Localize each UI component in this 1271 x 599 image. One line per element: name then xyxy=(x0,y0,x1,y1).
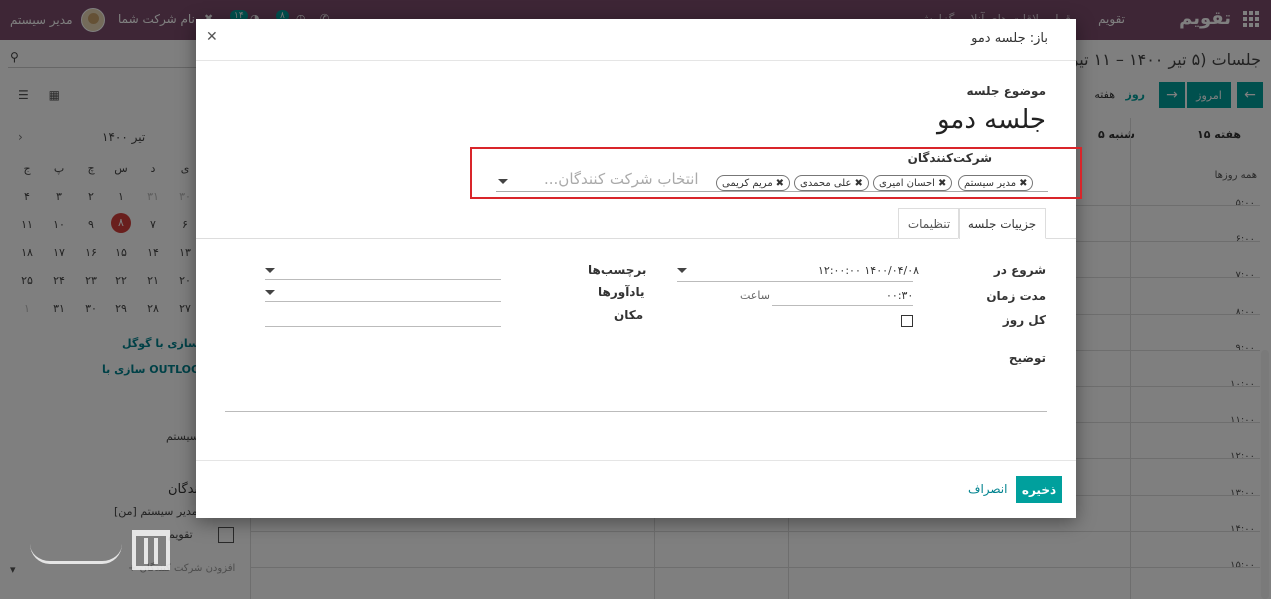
close-icon[interactable]: ✖ xyxy=(938,178,946,189)
chevron-down-icon[interactable] xyxy=(265,268,275,273)
attendees-placeholder: انتخاب شرکت کنندگان... xyxy=(544,170,699,188)
duration-unit: ساعت xyxy=(740,289,770,302)
start-input[interactable] xyxy=(677,281,913,282)
page-scrollbar[interactable] xyxy=(1261,350,1269,599)
chevron-down-icon[interactable] xyxy=(498,179,508,184)
start-value[interactable]: ۱۴۰۰/۰۴/۰۸ ۱۲:۰۰:۰۰ xyxy=(818,264,919,277)
dialog-header: باز: جلسه دمو ✕ xyxy=(196,19,1076,61)
close-icon[interactable]: ✕ xyxy=(206,29,218,45)
attendee-tag[interactable]: ✖ مدیر سیستم xyxy=(958,175,1034,191)
attendee-tag-label: احسان امیری xyxy=(879,177,935,189)
dialog-footer-divider xyxy=(196,460,1076,461)
subject-input[interactable]: جلسه دمو xyxy=(937,105,1046,135)
subject-label: موضوع جلسه xyxy=(966,84,1046,98)
start-label: شروع در xyxy=(993,263,1046,277)
attendee-tag[interactable]: ✖ مریم کریمی xyxy=(716,175,791,191)
tab-settings[interactable]: تنظیمات xyxy=(898,208,960,239)
attendee-tag-label: مریم کریمی xyxy=(722,177,773,189)
description-label: توضیح xyxy=(1008,351,1046,365)
tags-input[interactable] xyxy=(265,279,501,280)
description-input[interactable] xyxy=(225,411,1047,412)
dialog-title: باز: جلسه دمو xyxy=(971,31,1048,46)
close-icon[interactable]: ✖ xyxy=(854,178,862,189)
watermark-logo xyxy=(30,526,170,582)
duration-input[interactable] xyxy=(772,305,913,306)
watermark-text xyxy=(30,534,122,564)
attendee-tag[interactable]: ✖ علی محمدی xyxy=(794,175,869,191)
location-input[interactable] xyxy=(265,326,501,327)
tags-label: برچسب‌ها xyxy=(588,263,647,277)
attendee-tag[interactable]: ✖ احسان امیری xyxy=(873,175,953,191)
watermark-mark xyxy=(132,530,170,570)
save-button[interactable]: ذخیره xyxy=(1016,476,1062,503)
duration-value[interactable]: ۰۰:۳۰ xyxy=(886,289,913,302)
attendee-tag-label: علی محمدی xyxy=(800,177,852,189)
chevron-down-icon[interactable] xyxy=(265,290,275,295)
duration-label: مدت زمان xyxy=(986,289,1046,303)
reminders-input[interactable] xyxy=(265,301,501,302)
event-dialog: باز: جلسه دمو ✕ موضوع جلسه جلسه دمو شرکت… xyxy=(196,19,1082,518)
attendee-tag-label: مدیر سیستم xyxy=(964,177,1017,189)
close-icon[interactable]: ✖ xyxy=(1019,178,1027,189)
tab-details[interactable]: جزییات جلسه xyxy=(958,208,1046,239)
reminders-label: یادآورها xyxy=(598,285,645,299)
attendees-label: شرکت‌کنندگان xyxy=(907,151,992,165)
cancel-button[interactable]: انصراف xyxy=(968,482,1007,496)
chevron-down-icon[interactable] xyxy=(677,268,687,273)
location-label: مکان xyxy=(614,308,644,322)
allday-checkbox[interactable] xyxy=(901,315,913,327)
allday-label: کل روز xyxy=(1002,313,1046,327)
close-icon[interactable]: ✖ xyxy=(776,178,784,189)
